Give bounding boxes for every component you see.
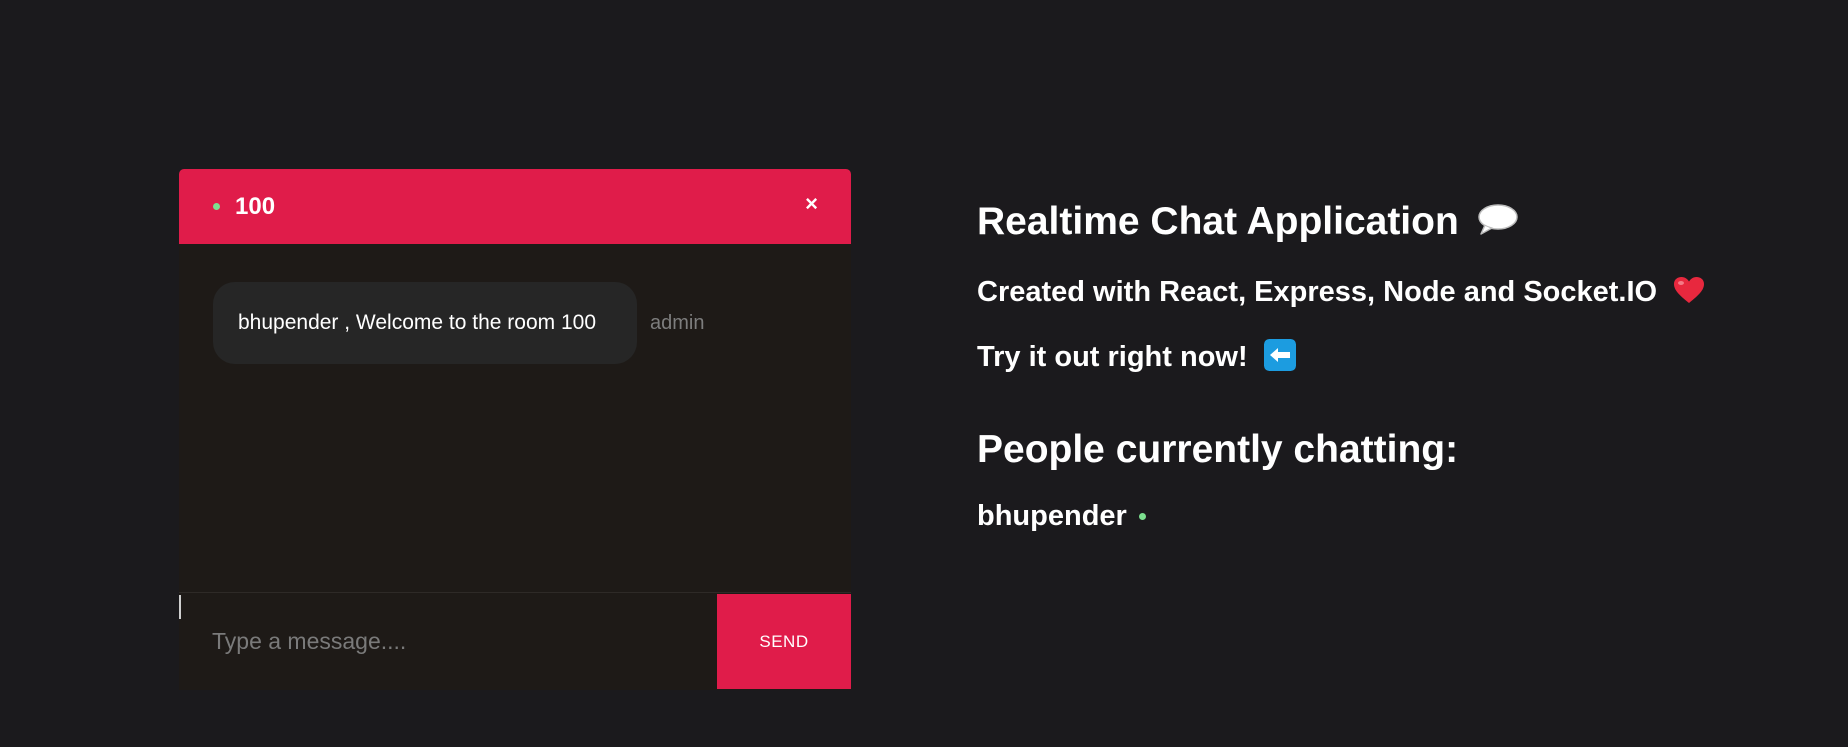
chat-panel: 100 × bhupender , Welcome to the room 10… xyxy=(179,169,851,690)
message-composer: SEND xyxy=(179,592,851,690)
user-list-item: bhupender xyxy=(977,500,1146,533)
subtitle: Created with React, Express, Node and So… xyxy=(977,276,1705,309)
send-button[interactable]: SEND xyxy=(717,594,851,689)
online-status-icon xyxy=(213,203,220,210)
user-name: bhupender xyxy=(977,500,1127,532)
user-list: bhupender xyxy=(977,500,1146,533)
online-status-icon xyxy=(1138,513,1146,520)
call-to-action: Try it out right now! xyxy=(977,339,1296,374)
call-to-action-text: Try it out right now! xyxy=(977,341,1248,373)
message-list[interactable]: bhupender , Welcome to the room 100 admi… xyxy=(179,244,851,593)
close-button[interactable]: × xyxy=(805,193,818,215)
title-text: Realtime Chat Application xyxy=(977,200,1459,243)
message-sender: admin xyxy=(650,311,705,334)
left-arrow-icon xyxy=(1263,339,1296,372)
people-heading: People currently chatting: xyxy=(977,428,1459,471)
message-bubble: bhupender , Welcome to the room 100 xyxy=(213,282,637,364)
chat-header: 100 × xyxy=(179,169,851,244)
message: bhupender , Welcome to the room 100 admi… xyxy=(213,282,704,364)
speech-bubble-icon xyxy=(1478,203,1518,235)
page-title: Realtime Chat Application xyxy=(977,200,1519,244)
page: 100 × bhupender , Welcome to the room 10… xyxy=(0,0,1848,747)
text-cursor xyxy=(179,595,181,619)
room-name: 100 xyxy=(235,193,276,220)
message-input[interactable] xyxy=(179,593,717,690)
subtitle-text: Created with React, Express, Node and So… xyxy=(977,276,1658,308)
heart-icon xyxy=(1674,277,1705,304)
